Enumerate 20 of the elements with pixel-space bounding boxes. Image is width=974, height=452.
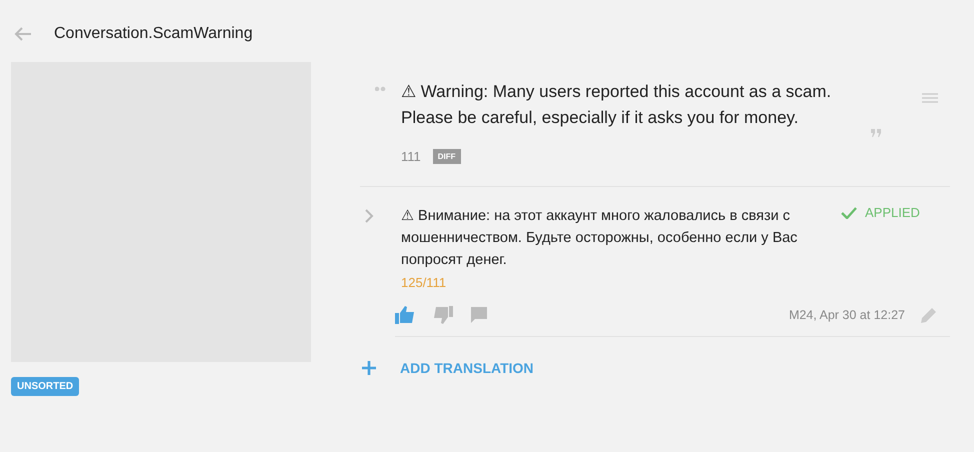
diff-button[interactable]: DIFF [432,149,461,164]
back-arrow-icon[interactable] [14,27,32,41]
close-quote-icon [871,129,881,137]
thumbs-down-icon[interactable] [433,306,453,324]
translation-text: ⚠ Внимание: на этот аккаунт много жаловались в связи с мошенничеством. Будьте осторожны, особенно если у Вас попросят денег. [401,207,798,270]
status-tag: UNSORTED [11,377,80,396]
status-label: APPLIED [865,205,920,220]
comment-icon[interactable] [471,307,487,323]
source-text: ⚠ Warning: Many users reported this account as a scam. Please be careful, especially if it asks you for money. [401,81,832,129]
checkmark-icon [841,206,857,218]
plus-icon [362,361,376,375]
add-translation-button[interactable]: ADD TRANSLATION [362,360,534,376]
character-count: 125/111 [401,275,448,290]
menu-icon[interactable] [922,93,938,103]
page-title: Conversation.ScamWarning [54,25,253,43]
character-count: 111 [401,149,421,164]
thumbs-up-icon[interactable] [395,306,415,324]
pencil-icon[interactable] [921,307,937,323]
author-timestamp: M24, Apr 30 at 12:27 [788,308,905,322]
chevron-right-icon[interactable] [364,208,374,224]
